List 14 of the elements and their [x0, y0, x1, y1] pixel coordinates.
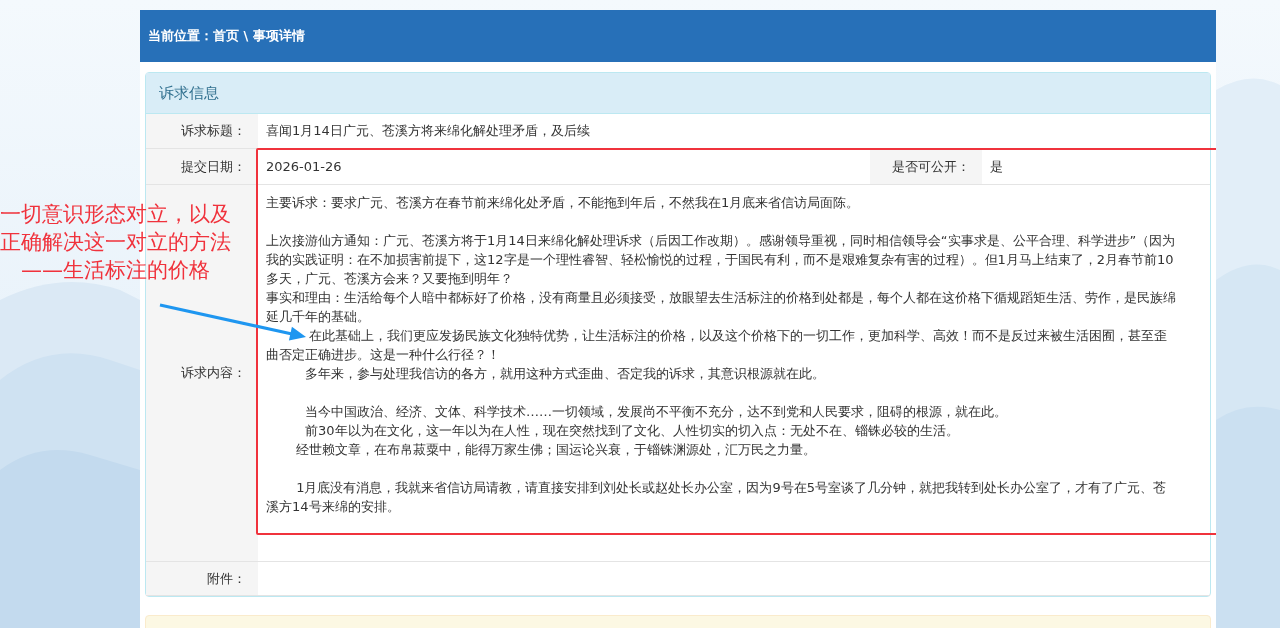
field-value: 是 [989, 157, 1004, 176]
paragraph: 1月底没有消息，我就来省信访局请教，请直接安排到刘处长或赵处长办公室，因为9号在5号室谈了几分钟，就把我转到处长办公室了，才有了广元、苍溪方14号来绵的安排。 [266, 479, 1167, 516]
field-value: 2026-01-26 [265, 158, 343, 176]
paragraph: 主要诉求：要求广元、苍溪方在春节前来绵化处矛盾，不能拖到年后，不然我在1月底来省信访局面陈。 [266, 194, 861, 212]
field-label: 诉求标题： [146, 114, 258, 148]
paragraph: 当今中国政治、经济、文体、科学技术……一切领域，发展尚不平衡不充分，达不到党和人民要求，阻碍的根源，就在此。 前30年以为在文化，这一年以为在人性，现在突然找到了文化、人性切实的切入点：无处不在、锱铢必较的生活。 经世赖文章，在布帛菽粟中，能得万家生佛；国运论兴衰，于锱铢渊源处，汇万民之力量。 [295, 403, 1008, 459]
field-label: 是否可公开： [870, 149, 982, 184]
field-label: 提交日期： [146, 149, 258, 184]
field-label: 附件： [146, 562, 258, 595]
field-value: 喜闻1月14日广元、苍溪方将来绵化解处理矛盾，及后续 [265, 122, 591, 140]
breadcrumb: 当前位置：首页 \ 事项详情 [140, 10, 1216, 62]
paragraph: 上次接游仙方通知：广元、苍溪方将于1月14日来绵化解处理诉求（后因工作改期）。感谢领导重视，同时相信领导会“实事求是、公平合理、科学进步”（因为我的实践证明：在不加损害前提下，这12字是一个理性睿智、轻松愉悦的过程，于国民有利，而不是艰难复杂有害的过程）。但1月马上结束了，2月春节前10多天，广元、苍溪方会来？又要拖到明年？ 事实和理由：生活给每个人暗中都标好了价格，没有商量且必须接受，放眼望去生活标注的价格到处都是，每个人都在这价格下循规蹈矩生活、劳作，是民族绵延几千年的基础。 在此基础上，我们更应发扬民族文化独特优势，让生活标注的价格，以及这个价格下的一切工作，更加科学、高效！而不是反过来被生活困囿，甚至歪曲否定正确进步。这是一种什么行径？！ 多年来，参与处理我信访的各方，就用这种方式歪曲、否定我的诉求，其意识根源就在此。 [266, 232, 1176, 383]
panel-title: 诉求信息 [146, 73, 1210, 114]
annotation-text: 一切意识形态对立，以及 正确解决这一对立的方法 ——生活标注的价格 [0, 201, 231, 284]
